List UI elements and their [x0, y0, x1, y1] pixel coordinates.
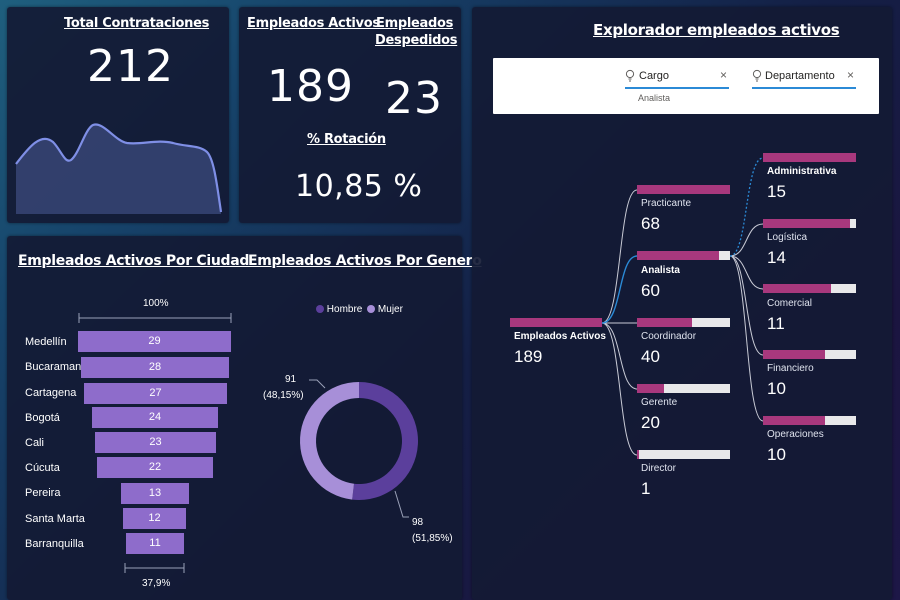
kpi-activos-title: Empleados Activos: [247, 16, 380, 31]
city-label: Cúcuta: [25, 462, 60, 474]
kpi-activos-card[interactable]: Empleados Activos 189 Empleados Despedid…: [239, 7, 461, 223]
city-label: Bogotá: [25, 412, 60, 424]
funnel-bar[interactable]: 12: [123, 508, 186, 529]
cargo-node-value: 40: [641, 347, 660, 366]
funnel-bar[interactable]: 23: [95, 432, 216, 453]
kpi-rotacion-value: 10,85 %: [295, 169, 423, 204]
mujer-pct-label: (48,15%): [263, 390, 304, 401]
cargo-node-label: Practicante: [641, 198, 692, 209]
funnel-bar[interactable]: 24: [92, 407, 218, 428]
kpi-rotacion-title: % Rotación: [307, 132, 386, 147]
cargo-node-bar[interactable]: [637, 450, 730, 459]
clear-cargo-icon[interactable]: ×: [720, 68, 727, 82]
mujer-leader-line: [309, 379, 326, 389]
depto-node-label: Operaciones: [767, 429, 824, 440]
cargo-selected-value: Analista: [638, 93, 671, 103]
depto-node-bar[interactable]: [763, 219, 856, 228]
kpi-despedidos-title-line1: Empleados: [376, 16, 454, 31]
city-label: Medellín: [25, 336, 67, 348]
city-label: Pereira: [25, 487, 61, 499]
funnel-bar[interactable]: 29: [78, 331, 231, 352]
city-label: Santa Marta: [25, 513, 85, 525]
depto-node-label: Logística: [767, 232, 808, 243]
genero-title: Empleados Activos Por Genero: [248, 253, 482, 269]
cargo-node-label: Coordinador: [641, 331, 697, 342]
cargo-node-bar[interactable]: [637, 384, 730, 393]
funnel-bar[interactable]: 22: [97, 457, 213, 478]
root-node-label: Empleados Activos: [514, 331, 606, 342]
legend-hombre-label[interactable]: Hombre: [327, 304, 363, 315]
cargo-node-value: 1: [641, 479, 651, 498]
cargo-slicer-label: Cargo: [639, 70, 669, 82]
funnel-top-label: 100%: [143, 298, 169, 309]
depto-node-label: Comercial: [767, 298, 813, 309]
lightbulb-icon: [625, 69, 635, 82]
depto-node-label: Financiero: [767, 363, 814, 374]
legend-hombre-dot: [316, 305, 324, 314]
root-node-bar[interactable]: [510, 318, 602, 327]
city-label: Cali: [25, 437, 44, 449]
kpi-contrataciones-card[interactable]: Total Contrataciones 212: [7, 7, 229, 223]
gender-donut-chart: [299, 379, 418, 518]
depto-node-value: 11: [767, 314, 785, 333]
clear-departamento-icon[interactable]: ×: [847, 68, 854, 82]
kpi-despedidos-title-line2: Despedidos: [375, 33, 458, 48]
legend-mujer-dot: [367, 305, 376, 314]
cargo-node-value: 20: [641, 413, 660, 432]
cargo-node-bar[interactable]: [637, 251, 730, 260]
funnel-bottom-label: 37,9%: [142, 578, 171, 589]
depto-node-bar[interactable]: [763, 416, 856, 425]
cargo-node-value: 68: [641, 214, 660, 233]
depto-node-value: 14: [767, 248, 786, 267]
cargo-node-bar[interactable]: [637, 185, 730, 194]
depto-node-label: Administrativa: [767, 166, 837, 177]
lightbulb-icon: [752, 69, 762, 82]
donut-slice-hombre[interactable]: [352, 382, 418, 500]
cargo-node-value: 60: [641, 281, 660, 300]
funnel-top-bracket: [78, 313, 232, 323]
cargo-node-label: Gerente: [641, 397, 678, 408]
cargo-slicer[interactable]: Cargo ×: [625, 67, 729, 89]
ciudad-genero-card[interactable]: Empleados Activos Por Ciudad Empleados A…: [7, 236, 482, 600]
contrataciones-sparkline: [15, 123, 223, 214]
depto-node-bar[interactable]: [763, 153, 856, 162]
mujer-count-label: 91: [285, 374, 297, 385]
hombre-pct-label: (51,85%): [412, 533, 453, 544]
funnel-bar[interactable]: 13: [121, 483, 189, 504]
depto-node-bar[interactable]: [763, 284, 856, 293]
kpi-despedidos-value: 23: [385, 73, 443, 124]
explorer-title: Explorador empleados activos: [593, 21, 840, 39]
cargo-node-bar[interactable]: [637, 318, 730, 327]
donut-slice-mujer[interactable]: [299, 382, 359, 500]
funnel-bar[interactable]: 11: [126, 533, 184, 554]
kpi-activos-value: 189: [267, 61, 354, 112]
filter-panel: Cargo × Analista Departamento ×: [493, 58, 879, 114]
depto-node-value: 15: [767, 182, 786, 201]
city-label: Cartagena: [25, 387, 77, 399]
ciudad-title: Empleados Activos Por Ciudad: [18, 253, 250, 269]
hombre-leader-line: [394, 490, 409, 518]
root-node-value: 189: [514, 347, 543, 366]
departamento-slicer-label: Departamento: [765, 70, 835, 82]
cargo-node-label: Director: [641, 463, 677, 474]
funnel-bar[interactable]: 28: [81, 357, 229, 378]
city-label: Barranquilla: [25, 538, 84, 550]
cargo-node-label: Analista: [641, 265, 680, 276]
legend-mujer-label[interactable]: Mujer: [378, 304, 403, 315]
depto-node-value: 10: [767, 379, 786, 398]
depto-node-value: 10: [767, 445, 786, 464]
funnel-bottom-bracket: [124, 563, 185, 573]
hombre-count-label: 98: [412, 517, 424, 528]
funnel-bar[interactable]: 27: [84, 383, 227, 404]
depto-node-bar[interactable]: [763, 350, 856, 359]
departamento-slicer[interactable]: Departamento ×: [752, 67, 856, 89]
gender-legend: Hombre Mujer: [316, 304, 403, 315]
